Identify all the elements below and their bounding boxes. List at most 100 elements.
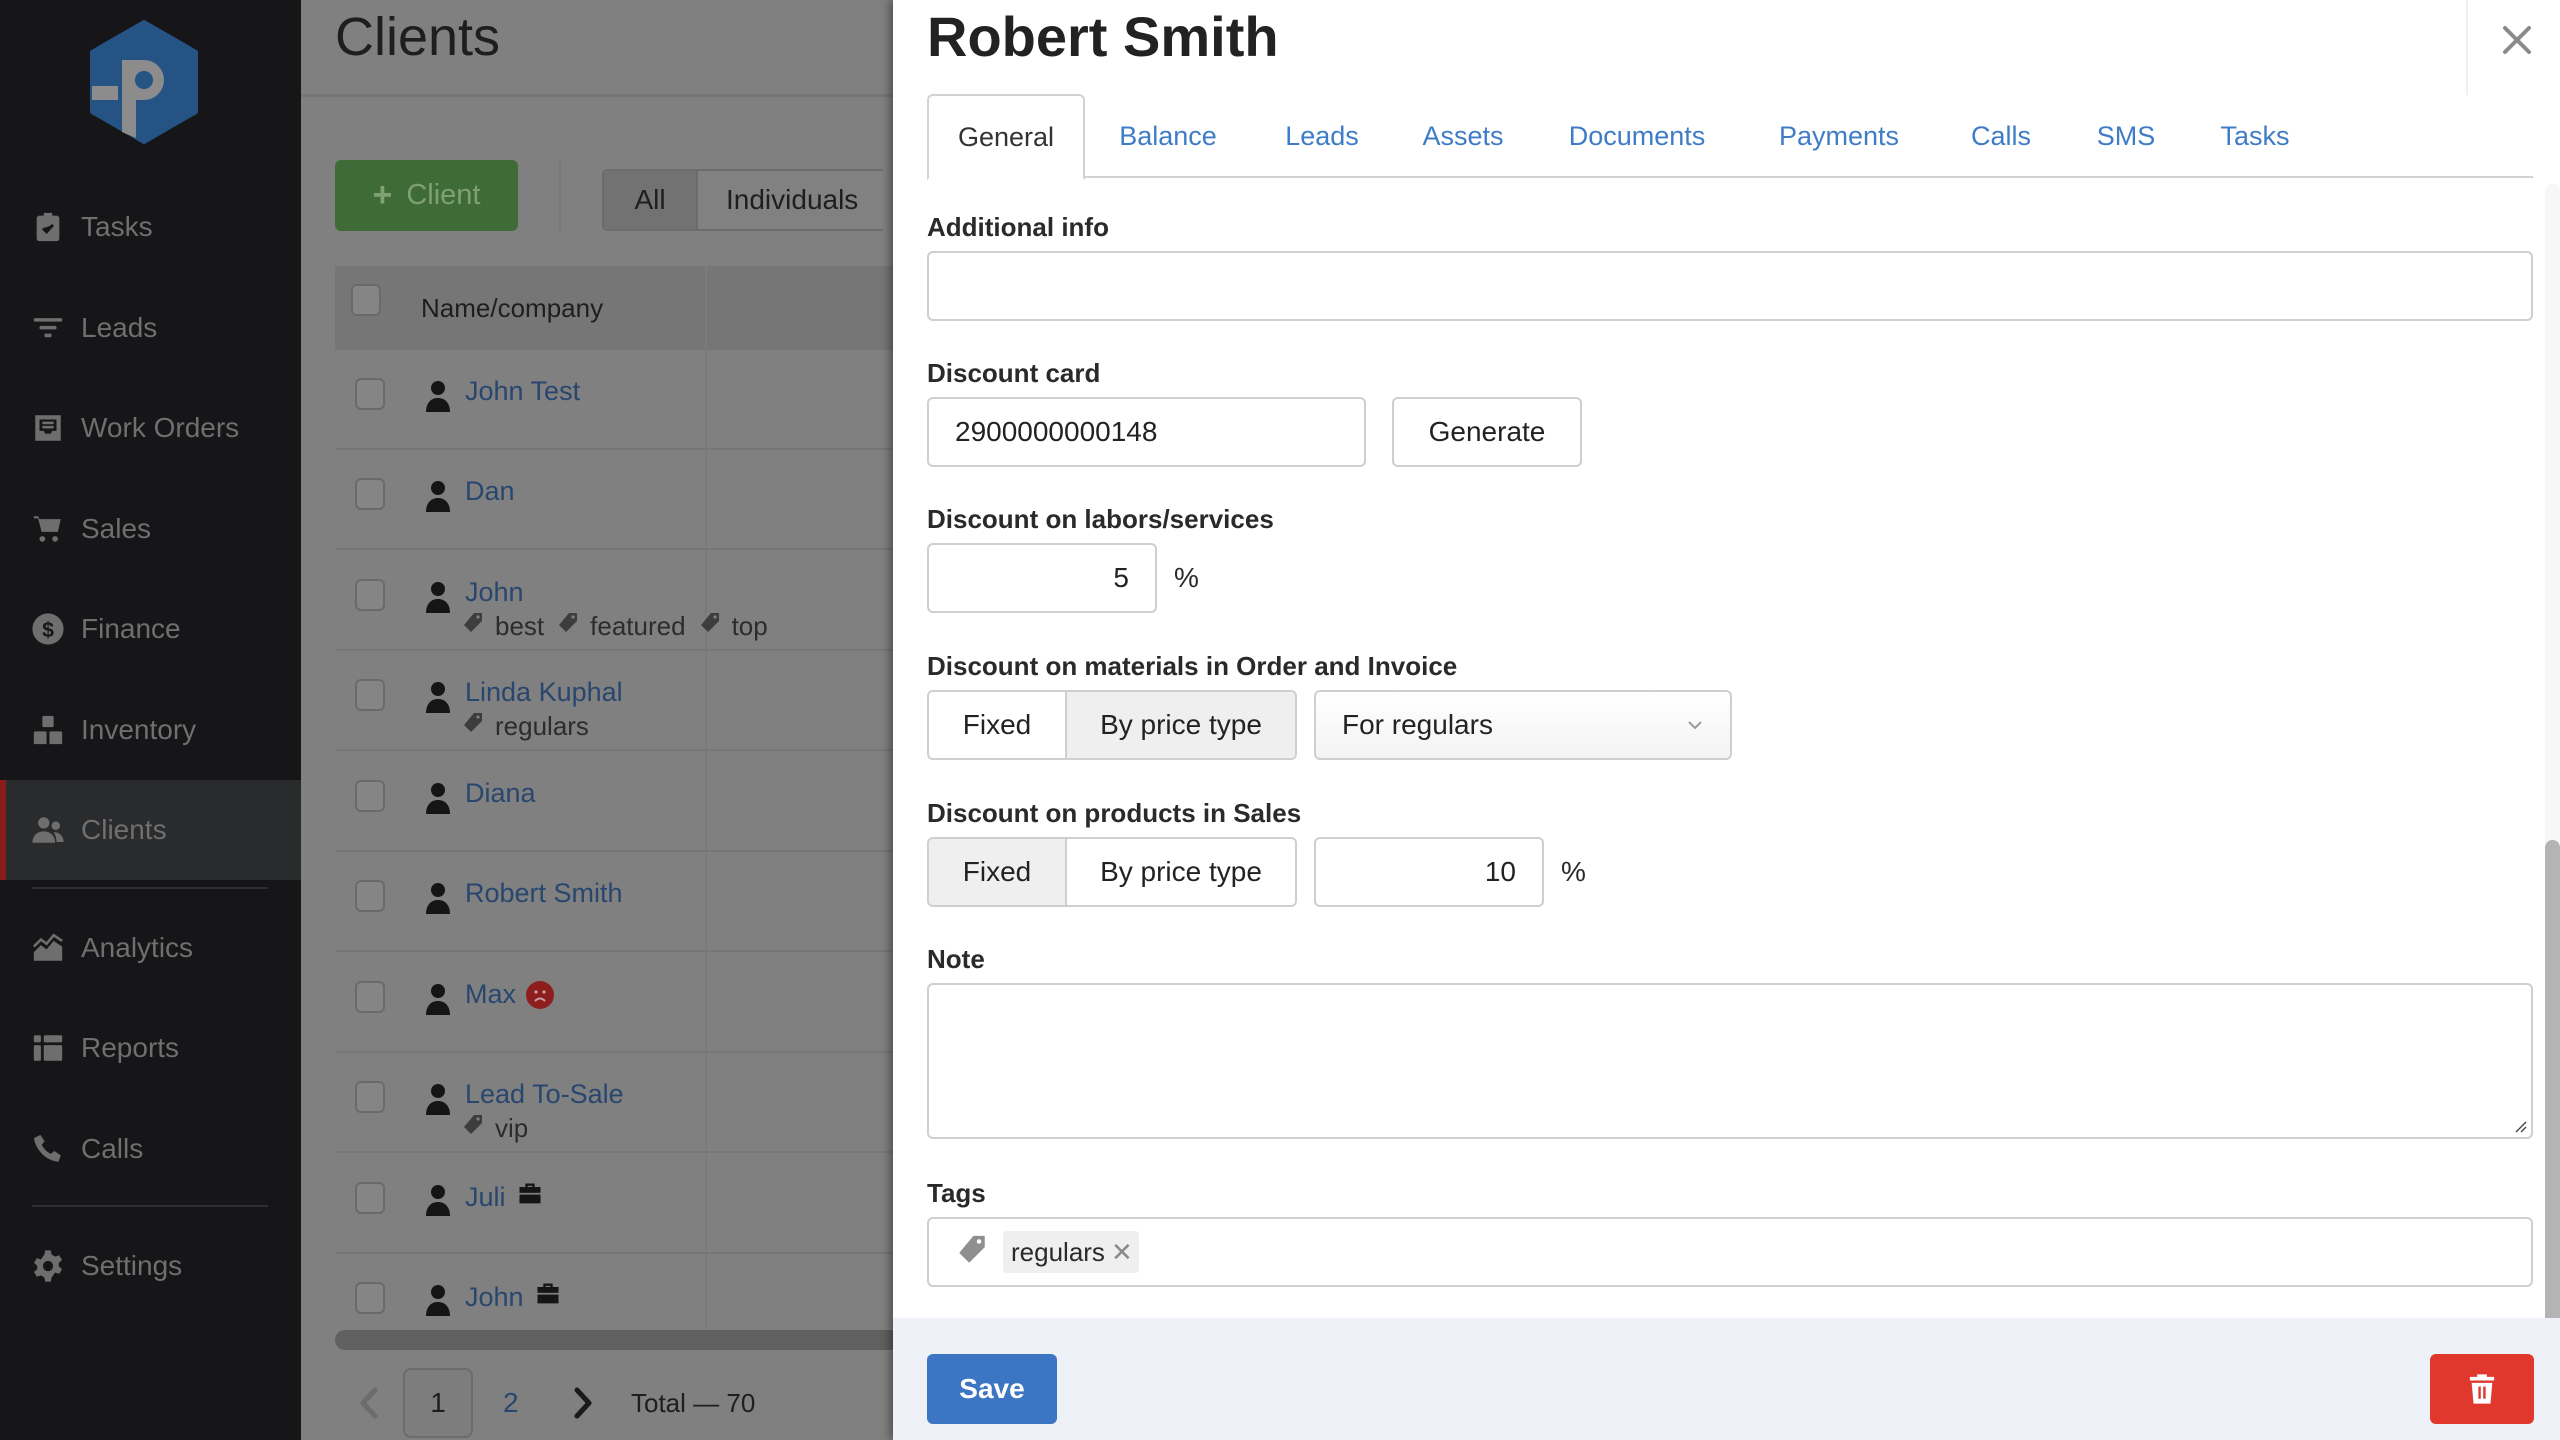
client-name-link[interactable]: Lead To-Sale (465, 1079, 624, 1110)
tag-label: featured (590, 611, 686, 641)
table-row[interactable]: Max (335, 953, 893, 1053)
tab-balance[interactable]: Balance (1085, 94, 1251, 178)
client-name-link[interactable]: John Test (465, 376, 580, 407)
client-name-link[interactable]: Diana (465, 778, 536, 809)
tab-sms[interactable]: SMS (2065, 94, 2187, 178)
additional-info-label: Additional info (927, 212, 1109, 242)
remove-tag-icon[interactable]: ✕ (1111, 1239, 1133, 1265)
close-divider (2466, 0, 2468, 95)
products-mode-fixed[interactable]: Fixed (929, 839, 1065, 905)
sidebar-item-label: Clients (81, 814, 167, 845)
price-type-select[interactable]: For regulars (1314, 690, 1732, 760)
sidebar-item-sales[interactable]: Sales (0, 479, 301, 579)
table-row[interactable]: Robert Smith (335, 852, 893, 952)
client-name-link[interactable]: Dan (465, 476, 515, 507)
materials-mode-fixed[interactable]: Fixed (929, 692, 1065, 758)
table-row[interactable]: Diana (335, 752, 893, 852)
discount-card-input[interactable]: 2900000000148 (927, 397, 1366, 467)
plus-icon: + (372, 176, 393, 214)
materials-mode-by-price-type[interactable]: By price type (1065, 692, 1295, 758)
client-name-link[interactable]: Max (465, 979, 516, 1010)
row-checkbox[interactable] (355, 478, 385, 510)
discount-labors-input[interactable]: 5 (927, 543, 1157, 613)
gear-icon (31, 1249, 65, 1283)
column-header-name[interactable]: Name/company (421, 293, 603, 324)
tag-icon (461, 711, 485, 742)
filter-all[interactable]: All (604, 171, 698, 229)
sidebar-item-label: Reports (81, 1032, 180, 1063)
table-row[interactable]: Dan (335, 450, 893, 550)
row-checkbox[interactable] (355, 579, 385, 611)
client-name-link[interactable]: Linda Kuphal (465, 677, 623, 708)
client-tags: regulars (461, 711, 593, 742)
prev-page-icon[interactable] (355, 1386, 385, 1420)
client-name-link[interactable]: Juli (465, 1182, 506, 1213)
vertical-scrollbar-thumb[interactable] (2545, 840, 2560, 1318)
sidebar-item-reports[interactable]: Reports (0, 998, 301, 1098)
generate-button[interactable]: Generate (1392, 397, 1582, 467)
sidebar-item-leads[interactable]: Leads (0, 278, 301, 378)
table-row[interactable]: Juli (335, 1154, 893, 1254)
row-checkbox[interactable] (355, 378, 385, 410)
sidebar-item-calls[interactable]: Calls (0, 1099, 301, 1199)
client-tags: best featured top (461, 611, 772, 642)
client-name-cell: Lead To-Sale (465, 1079, 624, 1110)
tab-payments[interactable]: Payments (1741, 94, 1937, 178)
sidebar-item-label: Work Orders (81, 412, 240, 443)
row-checkbox[interactable] (355, 1081, 385, 1113)
client-type-filter: All Individuals (602, 169, 884, 231)
client-name-cell: John Test (465, 376, 580, 407)
tab-assets[interactable]: Assets (1393, 94, 1533, 178)
tags-input[interactable]: regulars ✕ (927, 1217, 2533, 1287)
sidebar-item-settings[interactable]: Settings (0, 1216, 301, 1316)
sidebar-item-label: Finance (81, 613, 181, 644)
page-2-link[interactable]: 2 (503, 1368, 519, 1438)
row-checkbox[interactable] (355, 679, 385, 711)
client-name-cell: Linda Kuphal (465, 677, 623, 708)
tab-tasks[interactable]: Tasks (2187, 94, 2323, 178)
table-row[interactable]: John Test (335, 350, 893, 450)
sidebar-item-finance[interactable]: $ Finance (0, 579, 301, 679)
row-checkbox[interactable] (355, 780, 385, 812)
discount-products-input[interactable]: 10 (1314, 837, 1544, 907)
resize-handle-icon[interactable] (2513, 1119, 2527, 1133)
table-row[interactable]: Linda Kuphal regulars (335, 651, 893, 751)
add-client-button[interactable]: + Client (335, 160, 518, 231)
select-all-checkbox[interactable] (351, 284, 381, 316)
sidebar-item-inventory[interactable]: Inventory (0, 680, 301, 780)
tab-calls[interactable]: Calls (1937, 94, 2065, 178)
products-mode-by-price-type[interactable]: By price type (1065, 839, 1295, 905)
row-checkbox[interactable] (355, 1182, 385, 1214)
row-checkbox[interactable] (355, 981, 385, 1013)
filter-individuals[interactable]: Individuals (698, 171, 884, 229)
tab-documents[interactable]: Documents (1533, 94, 1741, 178)
page-1-button[interactable]: 1 (403, 1368, 473, 1438)
sidebar-item-clients[interactable]: Clients (0, 780, 301, 880)
table-row[interactable]: John best featured top (335, 551, 893, 651)
client-name-link[interactable]: John (465, 1282, 524, 1313)
tag-chip: regulars ✕ (1003, 1231, 1139, 1273)
sidebar-item-analytics[interactable]: Analytics (0, 898, 301, 998)
row-checkbox[interactable] (355, 1282, 385, 1314)
sidebar-item-label: Calls (81, 1133, 144, 1164)
close-button[interactable] (2493, 16, 2541, 64)
sidebar-item-tasks[interactable]: Tasks (0, 177, 301, 277)
table-row[interactable]: Lead To-Sale vip (335, 1053, 893, 1153)
client-name-link[interactable]: John (465, 577, 524, 608)
additional-info-input[interactable] (927, 251, 2533, 321)
tag-label: vip (495, 1113, 529, 1143)
client-name-link[interactable]: Robert Smith (465, 878, 623, 909)
horizontal-scrollbar[interactable] (335, 1330, 893, 1350)
tab-general[interactable]: General (927, 94, 1085, 180)
delete-button[interactable] (2430, 1354, 2534, 1424)
app-logo[interactable] (88, 20, 200, 144)
sidebar-item-work-orders[interactable]: Work Orders (0, 378, 301, 478)
save-button[interactable]: Save (927, 1354, 1057, 1424)
row-checkbox[interactable] (355, 880, 385, 912)
dollar-circle-icon: $ (31, 612, 65, 646)
clipboard-check-icon (31, 210, 65, 244)
next-page-icon[interactable] (567, 1386, 597, 1420)
note-textarea[interactable] (927, 983, 2533, 1139)
client-tag: regulars (461, 711, 589, 742)
tab-leads[interactable]: Leads (1251, 94, 1393, 178)
